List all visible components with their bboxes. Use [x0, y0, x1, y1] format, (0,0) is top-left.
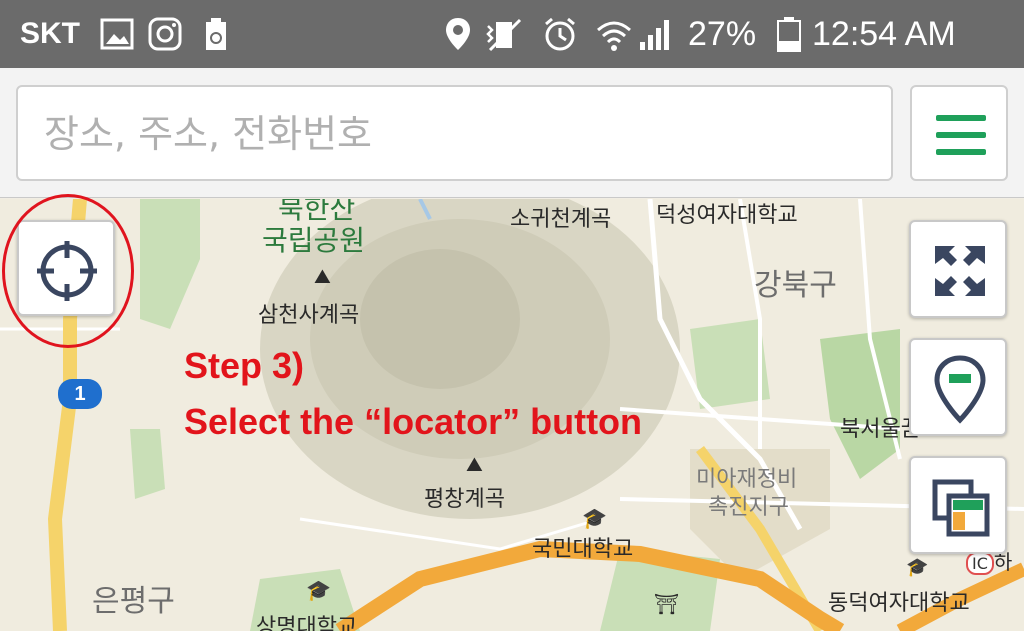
place-pin-icon — [934, 355, 986, 424]
map-label-dongduk: 동덕여자대학교 — [828, 591, 970, 616]
map-label-miajae-1: 미아재정비 — [696, 467, 798, 492]
image-icon — [98, 14, 138, 54]
mountain-icon: ⛰ — [314, 264, 331, 288]
recycle-icon — [196, 14, 236, 54]
search-placeholder: 장소, 주소, 전화번호 — [44, 112, 372, 156]
layers-button[interactable] — [909, 456, 1007, 554]
expand-arrows-icon — [935, 246, 985, 296]
map-label-duksung: 덕성여자대학교 — [656, 203, 798, 228]
landmark-icon: ⛩ — [654, 592, 680, 616]
annotation-step: Step 3) — [184, 345, 305, 386]
map-label-samcheonsa: 삼천사계곡 — [258, 303, 360, 328]
map-label-sangmyung: 상명대학교 — [256, 615, 358, 631]
place-marker-button[interactable] — [909, 338, 1007, 436]
battery-icon — [772, 14, 812, 54]
map-label-kookmin: 국민대학교 — [532, 537, 634, 562]
map-label-bukhansan: 북한산 — [278, 199, 356, 225]
clock: 12:54 AM — [812, 15, 956, 53]
layers-icon — [932, 479, 990, 537]
highlight-circle — [2, 194, 134, 348]
status-bar: SKT 27% 12:54 AM — [0, 0, 1024, 68]
instruction-annotation: Step 3) Select the “locator” button — [184, 338, 642, 450]
fullscreen-button[interactable] — [909, 220, 1007, 318]
route-1-shield: 1 — [58, 379, 102, 409]
map-label-miajae-2: 촉진지구 — [708, 495, 789, 520]
university-icon: 🎓 — [306, 578, 331, 602]
menu-button[interactable] — [910, 85, 1008, 181]
carrier-label: SKT — [20, 17, 80, 50]
map-label-eunpyeong: 은평구 — [92, 584, 175, 619]
map-label-gangbuk: 강북구 — [754, 268, 837, 303]
map-label-pyeongchang: 평창계곡 — [424, 487, 505, 512]
signal-icon — [636, 14, 676, 54]
battery-percent: 27% — [688, 15, 757, 53]
annotation-instruction: Select the “locator” button — [184, 401, 643, 442]
search-bar: 장소, 주소, 전화번호 — [0, 68, 1024, 198]
university-icon: 🎓 — [582, 506, 607, 530]
instagram-icon — [146, 14, 186, 54]
university-icon: 🎓 — [906, 557, 929, 578]
vibrate-icon — [484, 14, 524, 54]
mountain-icon: ⛰ — [466, 452, 483, 476]
alarm-icon — [540, 14, 580, 54]
wifi-icon — [594, 14, 634, 54]
map-label-sogwicheon: 소귀천계곡 — [510, 207, 612, 232]
location-icon — [440, 14, 480, 54]
search-input[interactable]: 장소, 주소, 전화번호 — [16, 85, 893, 181]
map-label-national-park: 국립공원 — [262, 224, 366, 257]
